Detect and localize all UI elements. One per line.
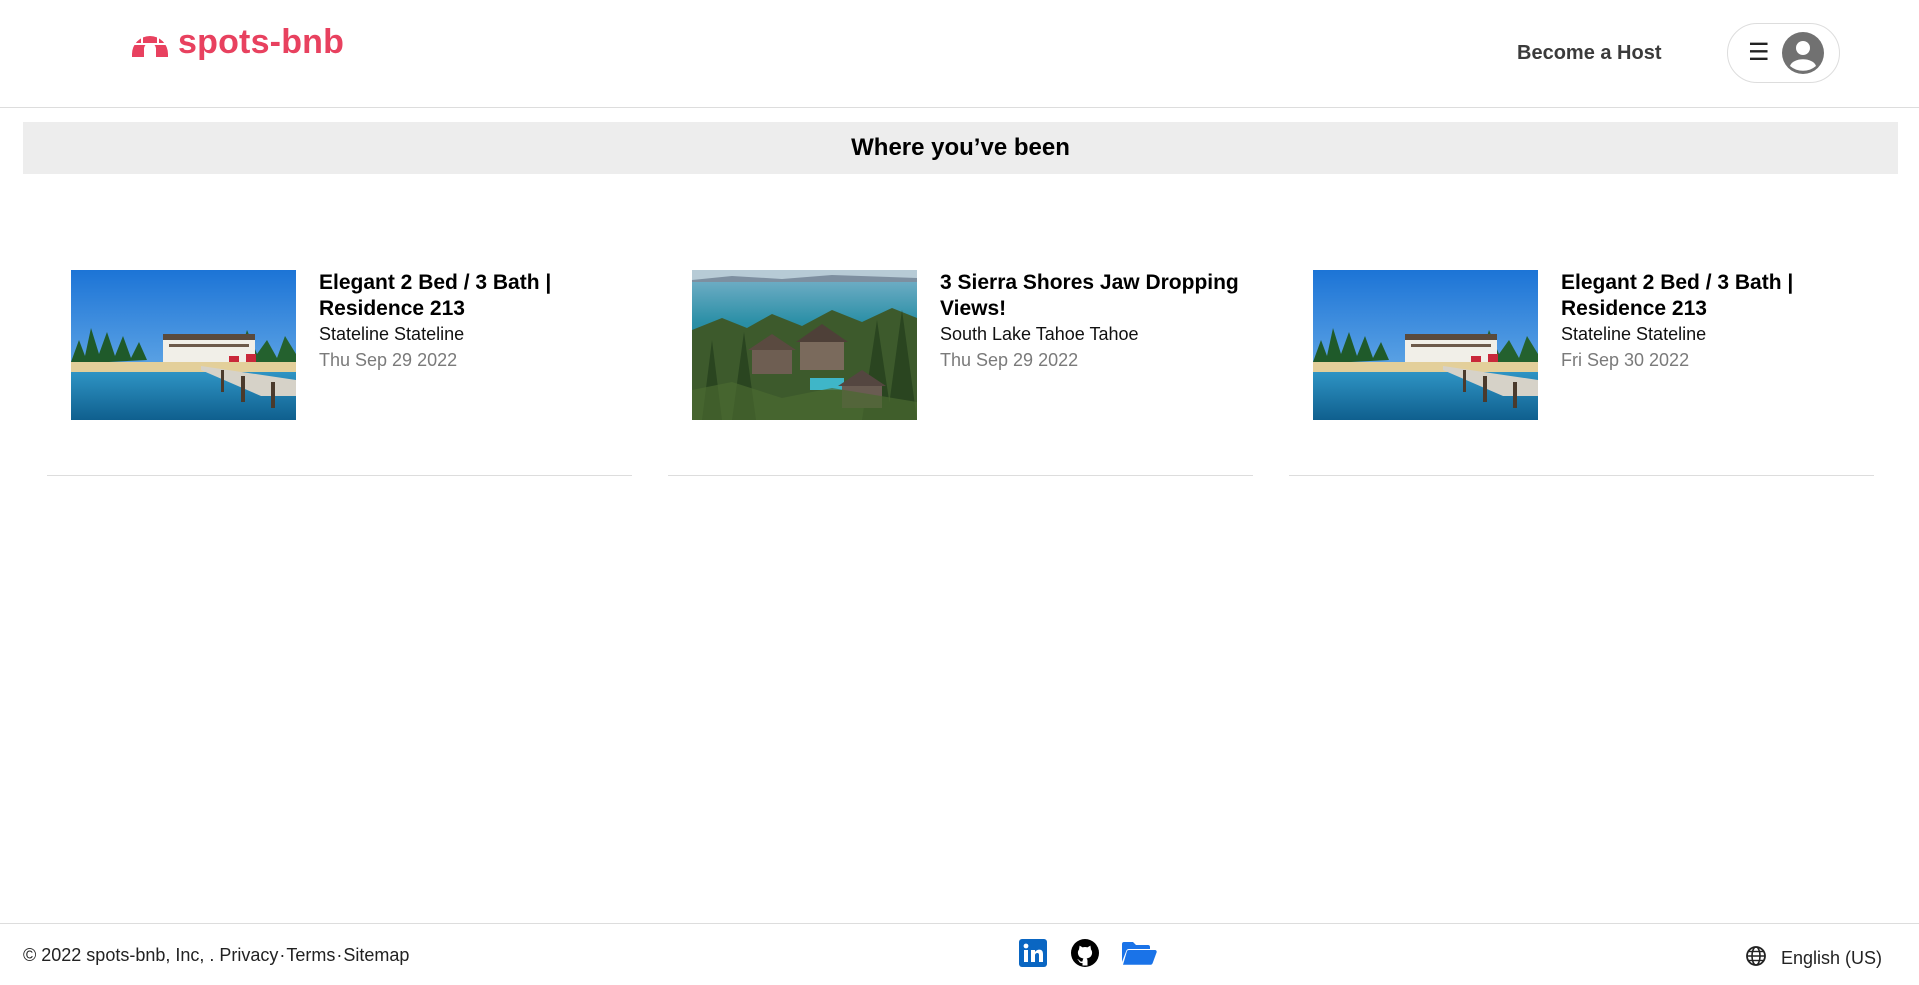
language-selector[interactable]: English (US) [1745,945,1882,972]
logo-text: spots-bnb [178,23,345,61]
trip-location: Stateline Stateline [319,324,465,344]
globe-icon [1745,945,1781,972]
page-title: Where you’ve been [851,134,1070,161]
become-host-link[interactable]: Become a Host [1517,42,1662,65]
trip-name[interactable]: Elegant 2 Bed / 3 Bath | Residence 213 [319,270,619,322]
logo[interactable]: spots-bnb [130,22,344,63]
trip-card[interactable]: Elegant 2 Bed / 3 Bath | Residence 213 S… [47,270,632,476]
igloo-logo-icon [130,22,170,63]
footer-separator: · [279,945,286,965]
trip-info: Elegant 2 Bed / 3 Bath | Residence 213 S… [1561,270,1861,374]
terms-link[interactable]: Terms [286,945,335,966]
sitemap-link[interactable]: Sitemap [343,945,409,966]
trip-date: Thu Sep 29 2022 [940,350,1079,370]
trip-date: Fri Sep 30 2022 [1561,350,1690,370]
trip-location: Stateline Stateline [1561,324,1707,344]
copyright-text: © 2022 spots-bnb, Inc, . [23,945,215,965]
github-icon[interactable] [1070,938,1100,973]
trip-name[interactable]: 3 Sierra Shores Jaw Dropping Views! [940,270,1240,322]
language-label: English (US) [1781,948,1883,968]
aerial-forest-lake-image[interactable] [692,270,917,420]
hamburger-icon: ☰ [1748,39,1770,66]
footer-links: © 2022 spots-bnb, Inc, . Privacy · Terms… [23,945,409,966]
trip-info: Elegant 2 Bed / 3 Bath | Residence 213 S… [319,270,619,374]
linkedin-icon[interactable] [1018,938,1048,973]
privacy-link[interactable]: Privacy [219,945,278,966]
page-title-bar: Where you’ve been [23,122,1898,174]
lake-pier-image[interactable] [1313,270,1538,420]
top-nav: spots-bnb Become a Host ☰ [0,0,1919,108]
social-links [1018,938,1158,973]
trip-date: Thu Sep 29 2022 [319,350,458,370]
trip-card[interactable]: 3 Sierra Shores Jaw Dropping Views! Sout… [668,270,1253,476]
trip-info: 3 Sierra Shores Jaw Dropping Views! Sout… [940,270,1240,374]
trip-card[interactable]: Elegant 2 Bed / 3 Bath | Residence 213 S… [1289,270,1874,476]
user-menu-button[interactable]: ☰ [1727,23,1840,83]
folder-icon[interactable] [1120,938,1158,973]
footer-separator: · [336,945,343,965]
footer: © 2022 spots-bnb, Inc, . Privacy · Terms… [0,923,1919,985]
trip-location: South Lake Tahoe Tahoe [940,324,1139,344]
lake-pier-image[interactable] [71,270,296,420]
avatar-icon [1781,32,1824,74]
trip-name[interactable]: Elegant 2 Bed / 3 Bath | Residence 213 [1561,270,1861,322]
